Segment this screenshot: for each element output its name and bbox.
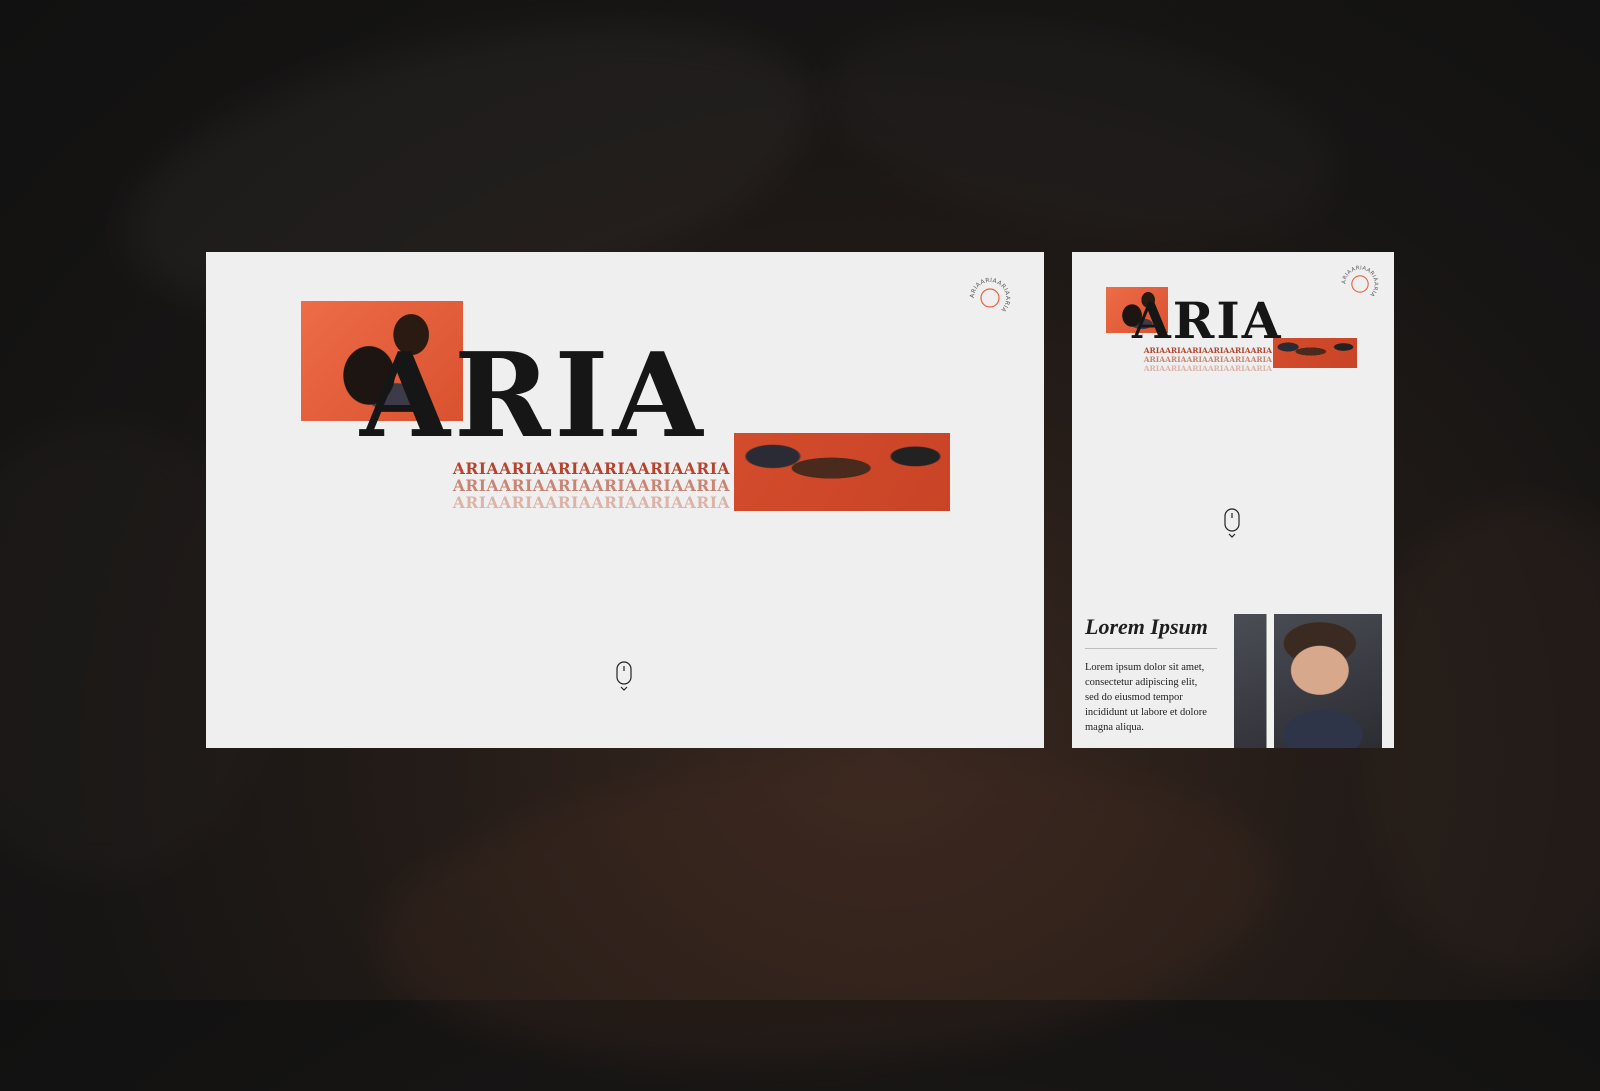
title-echo: ARIAARIAARIAARIAARIAARIA ARIAARIAARIAARI… bbox=[356, 460, 730, 511]
hands-photo bbox=[734, 433, 950, 511]
svg-text:ARIAARIAARIAARIA: ARIAARIAARIAARIA bbox=[969, 277, 1011, 314]
echo-line: ARIAARIAARIAARIAARIAARIA bbox=[1143, 346, 1272, 355]
title-echo: ARIAARIAARIAARIAARIAARIA ARIAARIAARIAARI… bbox=[1142, 346, 1272, 373]
portrait-photo bbox=[1234, 614, 1382, 748]
badge-text: ARIAARIAARIAARIA bbox=[1341, 265, 1378, 297]
background-blur bbox=[1360, 500, 1600, 980]
mouse-scroll-icon[interactable] bbox=[1224, 508, 1240, 540]
hero-title: ARIA bbox=[360, 328, 707, 464]
background-blur bbox=[370, 728, 1290, 1091]
article-title: Lorem Ipsum bbox=[1085, 614, 1208, 639]
hands-photo bbox=[1273, 338, 1357, 368]
article-body: Lorem ipsum dolor sit amet, consectetur … bbox=[1085, 662, 1207, 733]
echo-line: ARIAARIAARIAARIAARIAARIA bbox=[1143, 355, 1272, 364]
svg-text:ARIAARIAARIAARIA: ARIAARIAARIAARIA bbox=[1341, 265, 1378, 297]
hero-title: ARIA bbox=[1132, 291, 1283, 350]
echo-line: ARIAARIAARIAARIAARIAARIA bbox=[1143, 364, 1272, 373]
echo-line: ARIAARIAARIAARIAARIAARIA bbox=[452, 460, 730, 478]
circular-text-badge-icon[interactable]: ARIAARIAARIAARIA bbox=[968, 276, 1012, 320]
badge-text: ARIAARIAARIAARIA bbox=[969, 277, 1011, 314]
circular-text-badge-icon[interactable]: ARIAARIAARIAARIA bbox=[1340, 264, 1380, 304]
background-blur bbox=[806, 0, 1354, 274]
mouse-scroll-icon[interactable] bbox=[616, 661, 632, 693]
echo-line: ARIAARIAARIAARIAARIAARIA bbox=[452, 493, 730, 511]
desktop-mockup: ARIA ARIAARIAARIAARIAARIAARIA ARIAARIAAR… bbox=[206, 252, 1044, 748]
mobile-mockup: ARIA ARIAARIAARIAARIAARIAARIA ARIAARIAAR… bbox=[1072, 252, 1394, 748]
echo-line: ARIAARIAARIAARIAARIAARIA bbox=[452, 476, 730, 495]
divider bbox=[1085, 648, 1217, 649]
